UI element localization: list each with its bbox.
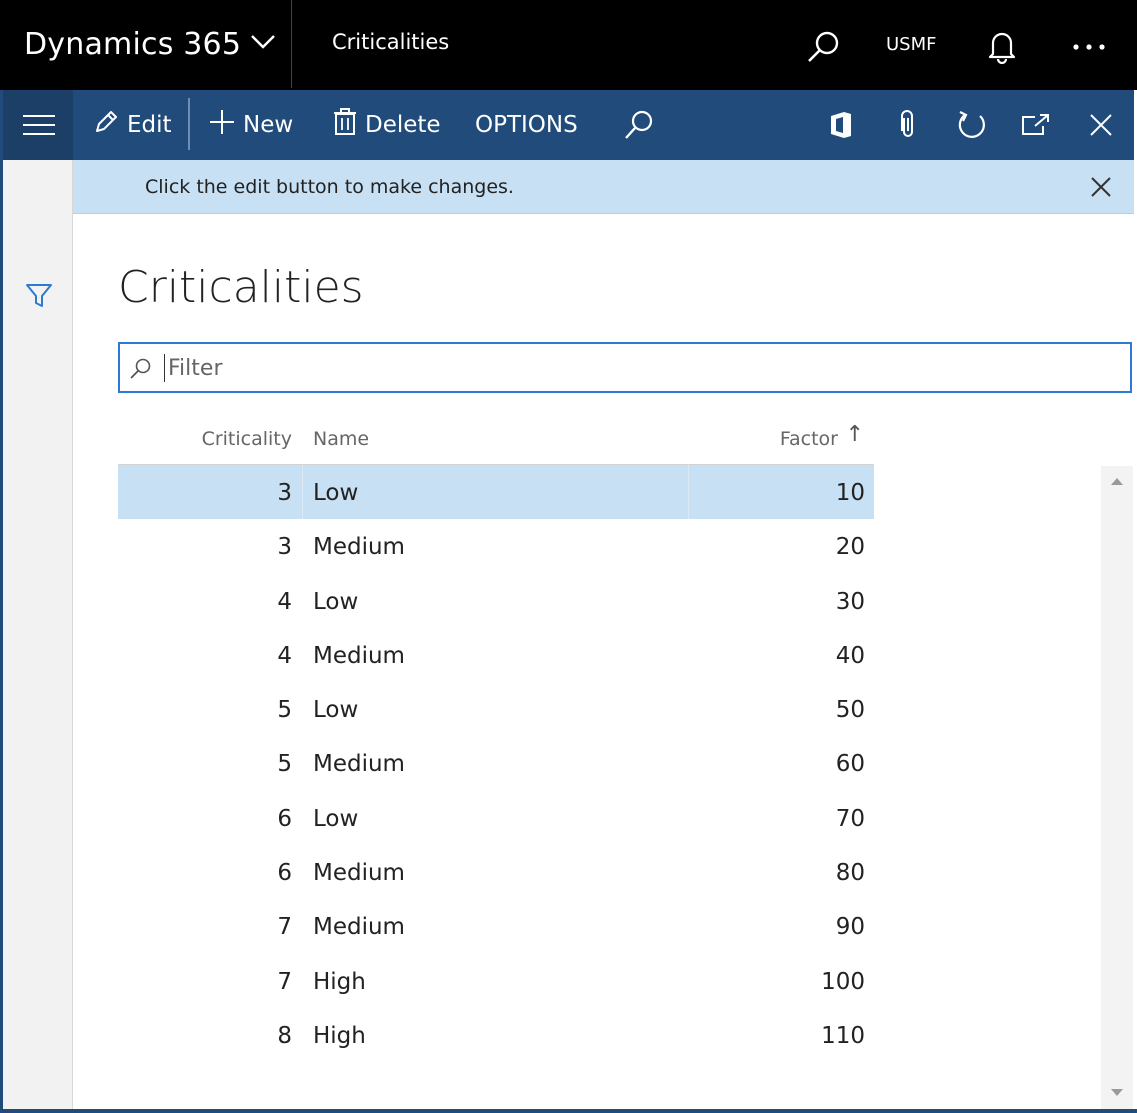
cell-factor: 30: [835, 588, 865, 615]
close-icon[interactable]: [1089, 175, 1113, 203]
options-button[interactable]: OPTIONS: [475, 90, 578, 160]
top-nav-bar: Dynamics 365 Criticalities USMF: [0, 0, 1137, 90]
delete-label: Delete: [365, 112, 441, 138]
table-row[interactable]: 7 Medium 90: [118, 899, 874, 953]
search-icon: [130, 357, 152, 383]
chevron-down-icon: [250, 34, 276, 54]
filter-input[interactable]: [166, 350, 1070, 386]
table-row[interactable]: 5 Medium 60: [118, 736, 874, 790]
cell-factor: 10: [835, 480, 865, 506]
options-label: OPTIONS: [475, 112, 578, 138]
vertical-scrollbar[interactable]: [1101, 466, 1133, 1110]
scroll-up-icon[interactable]: [1111, 478, 1123, 485]
cell-name: Low: [313, 588, 359, 615]
column-header-criticality[interactable]: Criticality: [202, 428, 292, 450]
page-title: Criticalities: [118, 262, 364, 313]
table-row[interactable]: 4 Low 30: [118, 574, 874, 628]
pencil-icon: [93, 109, 119, 141]
company-selector[interactable]: USMF: [886, 34, 936, 55]
office-icon[interactable]: [829, 90, 853, 160]
filter-pane-strip: [3, 160, 73, 1110]
search-icon[interactable]: [806, 29, 842, 69]
cell-criticality: 3: [277, 534, 292, 561]
delete-button[interactable]: Delete: [333, 90, 441, 160]
cell-factor: 40: [835, 642, 865, 669]
cell-criticality: 8: [277, 1022, 292, 1049]
cell-factor: 60: [835, 751, 865, 778]
cell-criticality: 7: [277, 968, 292, 995]
cell-criticality: 7: [277, 914, 292, 941]
app-window: Dynamics 365 Criticalities USMF Edit New…: [0, 0, 1137, 1113]
column-header-name[interactable]: Name: [313, 428, 369, 450]
cell-criticality: 4: [277, 588, 292, 615]
table-row[interactable]: 6 Medium 80: [118, 845, 874, 899]
column-header-factor[interactable]: Factor: [780, 428, 838, 450]
table-row[interactable]: 5 Low 50: [118, 682, 874, 736]
cell-divider: [302, 465, 303, 519]
table-row[interactable]: 7 High 100: [118, 954, 874, 1008]
toolbar-divider: [188, 98, 190, 150]
app-name: Dynamics 365: [24, 26, 242, 62]
cell-factor: 70: [835, 805, 865, 832]
search-icon[interactable]: [623, 90, 655, 160]
cell-name: Low: [313, 805, 359, 832]
cell-factor: 20: [835, 534, 865, 561]
edit-button[interactable]: Edit: [93, 90, 172, 160]
page-title-breadcrumb: Criticalities: [332, 30, 450, 54]
filter-box: [118, 342, 1132, 393]
new-button[interactable]: New: [209, 90, 293, 160]
cell-name: High: [313, 968, 366, 995]
cell-factor: 110: [821, 1022, 865, 1049]
scroll-down-icon[interactable]: [1111, 1089, 1123, 1096]
message-text: Click the edit button to make changes.: [145, 176, 514, 198]
cell-criticality: 6: [277, 860, 292, 887]
table-row[interactable]: 4 Medium 40: [118, 628, 874, 682]
window-border-left: [0, 90, 3, 1113]
paperclip-icon[interactable]: [898, 90, 918, 160]
cell-name: Medium: [313, 751, 405, 778]
criticalities-grid: Criticality Name Factor ↑ 3 Low 10 3 Medium 2…: [118, 412, 874, 1062]
new-label: New: [243, 112, 294, 138]
cell-divider: [688, 465, 689, 519]
sort-ascending-icon[interactable]: ↑: [846, 422, 864, 447]
trash-icon: [333, 108, 357, 142]
table-row[interactable]: 3 Low 10: [118, 465, 874, 520]
plus-icon: [209, 109, 235, 141]
table-row[interactable]: 3 Medium 20: [118, 519, 874, 573]
refresh-icon[interactable]: [956, 90, 988, 160]
cell-criticality: 5: [277, 697, 292, 724]
action-pane: Edit New Delete OPTIONS: [3, 90, 1134, 160]
cell-factor: 100: [821, 968, 865, 995]
cell-factor: 50: [835, 697, 865, 724]
cell-name: High: [313, 1022, 366, 1049]
hamburger-icon[interactable]: [3, 90, 73, 160]
cell-name: Low: [313, 480, 359, 506]
window-border-bottom: [0, 1109, 1137, 1113]
table-row[interactable]: 8 High 110: [118, 1008, 874, 1062]
cell-factor: 80: [835, 860, 865, 887]
cell-name: Medium: [313, 860, 405, 887]
more-icon[interactable]: [1070, 30, 1110, 68]
edit-label: Edit: [127, 112, 172, 138]
grid-body: 3 Low 10 3 Medium 20 4 Low 30 4 Medium 40 5 Low 50 5 Med…: [118, 465, 874, 1062]
cell-name: Medium: [313, 914, 405, 941]
app-launcher[interactable]: Dynamics 365: [0, 0, 292, 88]
cell-name: Medium: [313, 534, 405, 561]
cell-name: Medium: [313, 642, 405, 669]
cell-criticality: 4: [277, 642, 292, 669]
cell-criticality: 3: [277, 480, 292, 506]
message-bar: Click the edit button to make changes.: [73, 160, 1134, 214]
funnel-icon[interactable]: [25, 282, 53, 314]
cell-factor: 90: [835, 914, 865, 941]
table-row[interactable]: 6 Low 70: [118, 791, 874, 845]
open-new-window-icon[interactable]: [1021, 90, 1051, 160]
cell-criticality: 5: [277, 751, 292, 778]
bell-icon[interactable]: [987, 30, 1017, 68]
grid-header: Criticality Name Factor ↑: [118, 412, 874, 465]
text-cursor: [164, 354, 165, 382]
cell-criticality: 6: [277, 805, 292, 832]
close-icon[interactable]: [1089, 90, 1113, 160]
cell-name: Low: [313, 697, 359, 724]
